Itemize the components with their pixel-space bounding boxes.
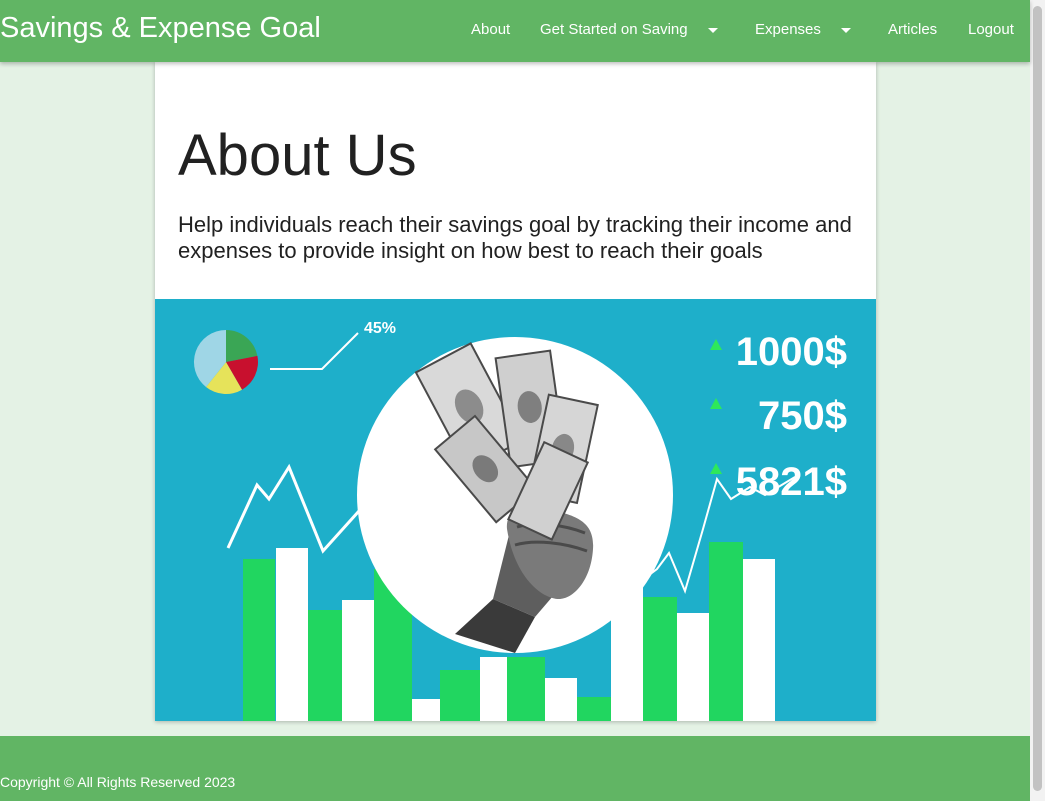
hero-illustration: 45% 1000$ 750$ 5821$: [155, 299, 876, 721]
percent-label: 45%: [364, 320, 396, 337]
bar: [577, 697, 611, 721]
nav-expenses-dropdown[interactable]: Expenses: [755, 21, 821, 38]
bar: [276, 548, 308, 721]
about-card: About Us Help individuals reach their sa…: [155, 62, 876, 721]
brand-link[interactable]: Savings & Expense Goal: [0, 12, 321, 45]
amount-value: 5821$: [736, 460, 847, 504]
bar: [308, 610, 342, 721]
scrollbar-thumb[interactable]: [1033, 6, 1042, 791]
about-description: Help individuals reach their savings goa…: [178, 212, 852, 263]
chevron-down-icon[interactable]: [708, 28, 718, 33]
bar: [480, 657, 507, 721]
bar: [743, 559, 775, 721]
amount-value: 750$: [758, 394, 847, 438]
bar: [643, 597, 677, 721]
bar: [412, 699, 440, 721]
bar: [342, 600, 374, 721]
bar: [709, 542, 743, 721]
bar: [507, 657, 545, 721]
top-navbar: Savings & Expense Goal About Get Started…: [0, 0, 1030, 62]
amount-value: 1000$: [736, 330, 847, 374]
bar: [440, 670, 480, 721]
bar: [243, 559, 275, 721]
chevron-down-icon[interactable]: [841, 28, 851, 33]
page-title: About Us: [178, 123, 417, 188]
copyright-text: Copyright © All Rights Reserved 2023: [0, 774, 236, 790]
bar: [677, 613, 709, 721]
page-footer: Copyright © All Rights Reserved 2023: [0, 736, 1030, 801]
bar: [545, 678, 577, 721]
nav-logout-link[interactable]: Logout: [968, 21, 1014, 38]
nav-get-started-dropdown[interactable]: Get Started on Saving: [540, 21, 688, 38]
nav-about-link[interactable]: About: [471, 21, 510, 38]
nav-articles-link[interactable]: Articles: [888, 21, 937, 38]
pie-chart-icon: [193, 330, 258, 395]
